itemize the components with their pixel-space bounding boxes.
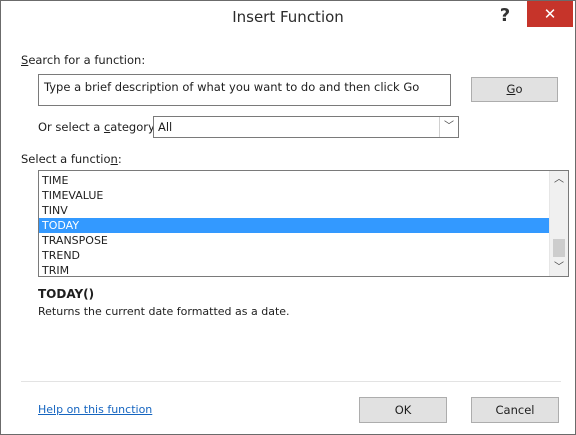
chevron-down-icon[interactable]: ﹀ <box>439 117 458 137</box>
function-list[interactable]: TIME TIMEVALUE TINV TODAY TRANSPOSE TREND TRIM… <box>38 170 569 277</box>
help-on-function-link[interactable]: Help on this function <box>38 403 152 416</box>
function-list-label: Select a function: <box>21 152 122 166</box>
insert-function-dialog: Insert Function ? ✕ Search for a functio… <box>0 0 576 435</box>
function-list-item[interactable]: TRIM <box>39 263 550 276</box>
title-bar[interactable]: Insert Function ? ✕ <box>1 1 575 35</box>
search-input[interactable]: Type a brief description of what you wan… <box>38 74 451 106</box>
category-selected-value: All <box>158 120 173 134</box>
search-input-text: Type a brief description of what you wan… <box>44 80 420 94</box>
function-list-item[interactable]: TIMEVALUE <box>39 188 550 203</box>
function-list-item[interactable]: TODAY <box>39 218 550 233</box>
function-list-label-post: : <box>117 152 122 166</box>
function-description: Returns the current date formatted as a … <box>38 305 290 318</box>
function-signature: TODAY() <box>38 287 95 301</box>
help-icon[interactable]: ? <box>493 3 517 29</box>
go-button[interactable]: Go <box>471 77 558 102</box>
search-label-text: earch for a function: <box>28 53 146 67</box>
function-list-label-access-key: n <box>110 152 118 166</box>
category-label-post: ategory: <box>110 120 158 134</box>
function-list-item[interactable]: TREND <box>39 248 550 263</box>
close-icon[interactable]: ✕ <box>527 1 573 27</box>
category-label-pre: Or select a <box>38 120 104 134</box>
scrollbar-thumb[interactable] <box>553 239 565 257</box>
dialog-title: Insert Function <box>232 8 344 26</box>
ok-button[interactable]: OK <box>359 397 447 423</box>
footer-divider <box>21 381 561 382</box>
search-label: Search for a function: <box>21 53 145 67</box>
cancel-button[interactable]: Cancel <box>471 397 559 423</box>
function-list-label-pre: Select a functio <box>21 152 111 166</box>
category-select[interactable]: All ﹀ <box>153 116 459 138</box>
go-button-label: o <box>515 82 523 96</box>
scroll-up-icon[interactable]: ︿ <box>550 171 568 188</box>
scroll-down-icon[interactable]: ﹀ <box>550 259 568 276</box>
function-list-item[interactable]: TIME <box>39 173 550 188</box>
function-list-item[interactable]: TINV <box>39 203 550 218</box>
category-label: Or select a category: <box>38 120 158 134</box>
function-list-item[interactable]: TRANSPOSE <box>39 233 550 248</box>
function-list-scrollbar[interactable]: ︿ ﹀ <box>549 171 568 276</box>
